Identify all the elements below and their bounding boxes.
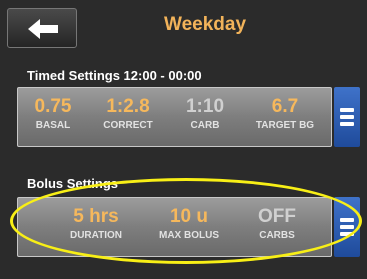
max-bolus-value: 10 u — [169, 206, 209, 227]
timed-settings-panel[interactable]: 0.75 BASAL 1:2.8 CORRECT 1:10 CARB 6.7 T… — [17, 87, 332, 147]
basal-setting: 0.75 BASAL — [18, 96, 88, 132]
basal-value: 0.75 — [34, 96, 72, 117]
arrow-left-icon — [28, 19, 58, 39]
duration-label: DURATION — [69, 230, 123, 241]
carb-value: 1:10 — [185, 96, 225, 117]
bolus-settings-label: Bolus Settings — [27, 176, 119, 191]
carbs-value: OFF — [258, 206, 296, 227]
max-bolus-setting: 10 u MAX BOLUS — [144, 206, 234, 242]
hamburger-menu-icon — [340, 218, 354, 222]
back-button[interactable] — [7, 8, 77, 48]
duration-value: 5 hrs — [73, 206, 119, 227]
correct-setting: 1:2.8 CORRECT — [86, 96, 170, 132]
max-bolus-label: MAX BOLUS — [159, 230, 219, 241]
carb-setting: 1:10 CARB — [168, 96, 242, 132]
target-bg-label: TARGET BG — [255, 120, 315, 131]
target-bg-value: 6.7 — [271, 96, 299, 117]
hamburger-menu-icon — [340, 108, 354, 112]
carb-label: CARB — [190, 120, 220, 131]
carbs-setting: OFF CARBS — [240, 206, 314, 242]
duration-setting: 5 hrs DURATION — [50, 206, 142, 242]
timed-settings-menu-button[interactable] — [334, 87, 360, 147]
timed-settings-label: Timed Settings 12:00 - 00:00 — [27, 68, 202, 83]
page-title: Weekday — [163, 14, 247, 35]
bolus-settings-panel[interactable]: 5 hrs DURATION 10 u MAX BOLUS OFF CARBS — [17, 197, 332, 257]
carbs-label: CARBS — [259, 230, 295, 241]
basal-label: BASAL — [35, 120, 71, 131]
correct-value: 1:2.8 — [106, 96, 150, 117]
correct-label: CORRECT — [103, 120, 153, 131]
target-bg-setting: 6.7 TARGET BG — [240, 96, 330, 132]
bolus-settings-menu-button[interactable] — [334, 197, 360, 257]
